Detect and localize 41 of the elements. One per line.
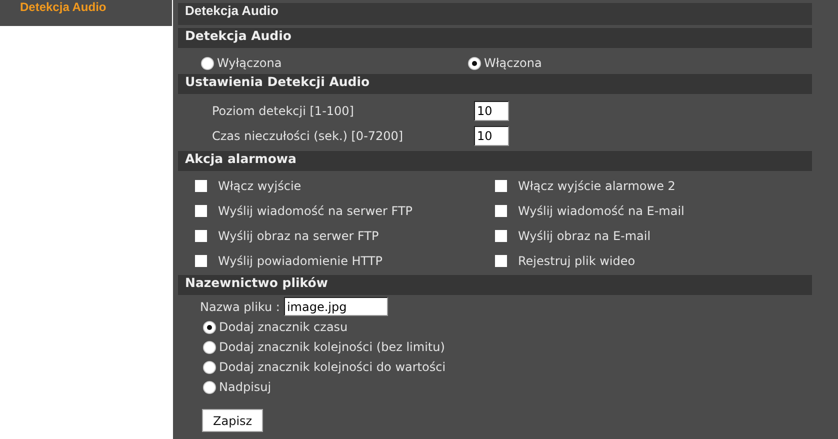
checkbox[interactable] xyxy=(495,230,507,242)
checkbox-label: Wyślij obraz na E-mail xyxy=(518,228,651,242)
radio-button[interactable] xyxy=(203,380,216,394)
checkbox[interactable] xyxy=(195,230,207,242)
checkbox-label: Wyślij obraz na serwer FTP xyxy=(218,228,379,242)
radio-label: Dodaj znacznik kolejności (bez limitu) xyxy=(219,340,445,354)
checkbox-label: Włącz wyjście xyxy=(218,178,302,192)
checkbox[interactable] xyxy=(195,204,207,216)
radio-button[interactable] xyxy=(203,340,216,354)
checkbox[interactable] xyxy=(195,180,207,192)
field-label: Poziom detekcji [1-100] xyxy=(212,104,355,118)
save-button[interactable]: Zapisz xyxy=(202,409,264,432)
radio-button[interactable] xyxy=(203,360,216,374)
checkbox[interactable] xyxy=(495,180,507,192)
checkbox-label: Wyślij powiadomienie HTTP xyxy=(218,254,382,268)
checkbox-label: Wyślij wiadomość na E-mail xyxy=(518,204,684,218)
section-header: Detekcja Audio xyxy=(178,28,812,48)
section-header: Nazewnictwo plików xyxy=(178,275,812,295)
radio-label: Włączona xyxy=(484,56,542,70)
radio-label: Nadpisuj xyxy=(219,380,272,394)
radio-label: Dodaj znacznik czasu xyxy=(219,320,348,334)
checkbox[interactable] xyxy=(495,254,507,266)
checkbox[interactable] xyxy=(495,204,507,216)
radio-button[interactable] xyxy=(468,56,481,70)
input-field[interactable]: image.jpg xyxy=(284,297,388,316)
sidebar-item[interactable]: Detekcja Audio xyxy=(0,0,172,26)
checkbox[interactable] xyxy=(195,254,207,266)
section-header: Ustawienia Detekcji Audio xyxy=(178,74,812,94)
checkbox-label: Rejestruj plik wideo xyxy=(518,254,636,268)
checkbox-label: Włącz wyjście alarmowe 2 xyxy=(518,178,676,192)
field-label: Czas nieczułości (sek.) [0-7200] xyxy=(212,128,404,142)
radio-label: Dodaj znacznik kolejności do wartości xyxy=(219,360,446,374)
page-title: Detekcja Audio xyxy=(178,3,812,25)
input-field[interactable]: 10 xyxy=(474,126,509,146)
input-field[interactable]: 10 xyxy=(474,100,509,120)
radio-button[interactable] xyxy=(203,320,216,334)
checkbox-label: Wyślij wiadomość na serwer FTP xyxy=(218,204,413,218)
radio-button[interactable] xyxy=(201,56,214,70)
section-header: Akcja alarmowa xyxy=(178,151,812,171)
radio-label: Wyłączona xyxy=(217,56,282,70)
field-label: Nazwa pliku : xyxy=(200,300,280,314)
